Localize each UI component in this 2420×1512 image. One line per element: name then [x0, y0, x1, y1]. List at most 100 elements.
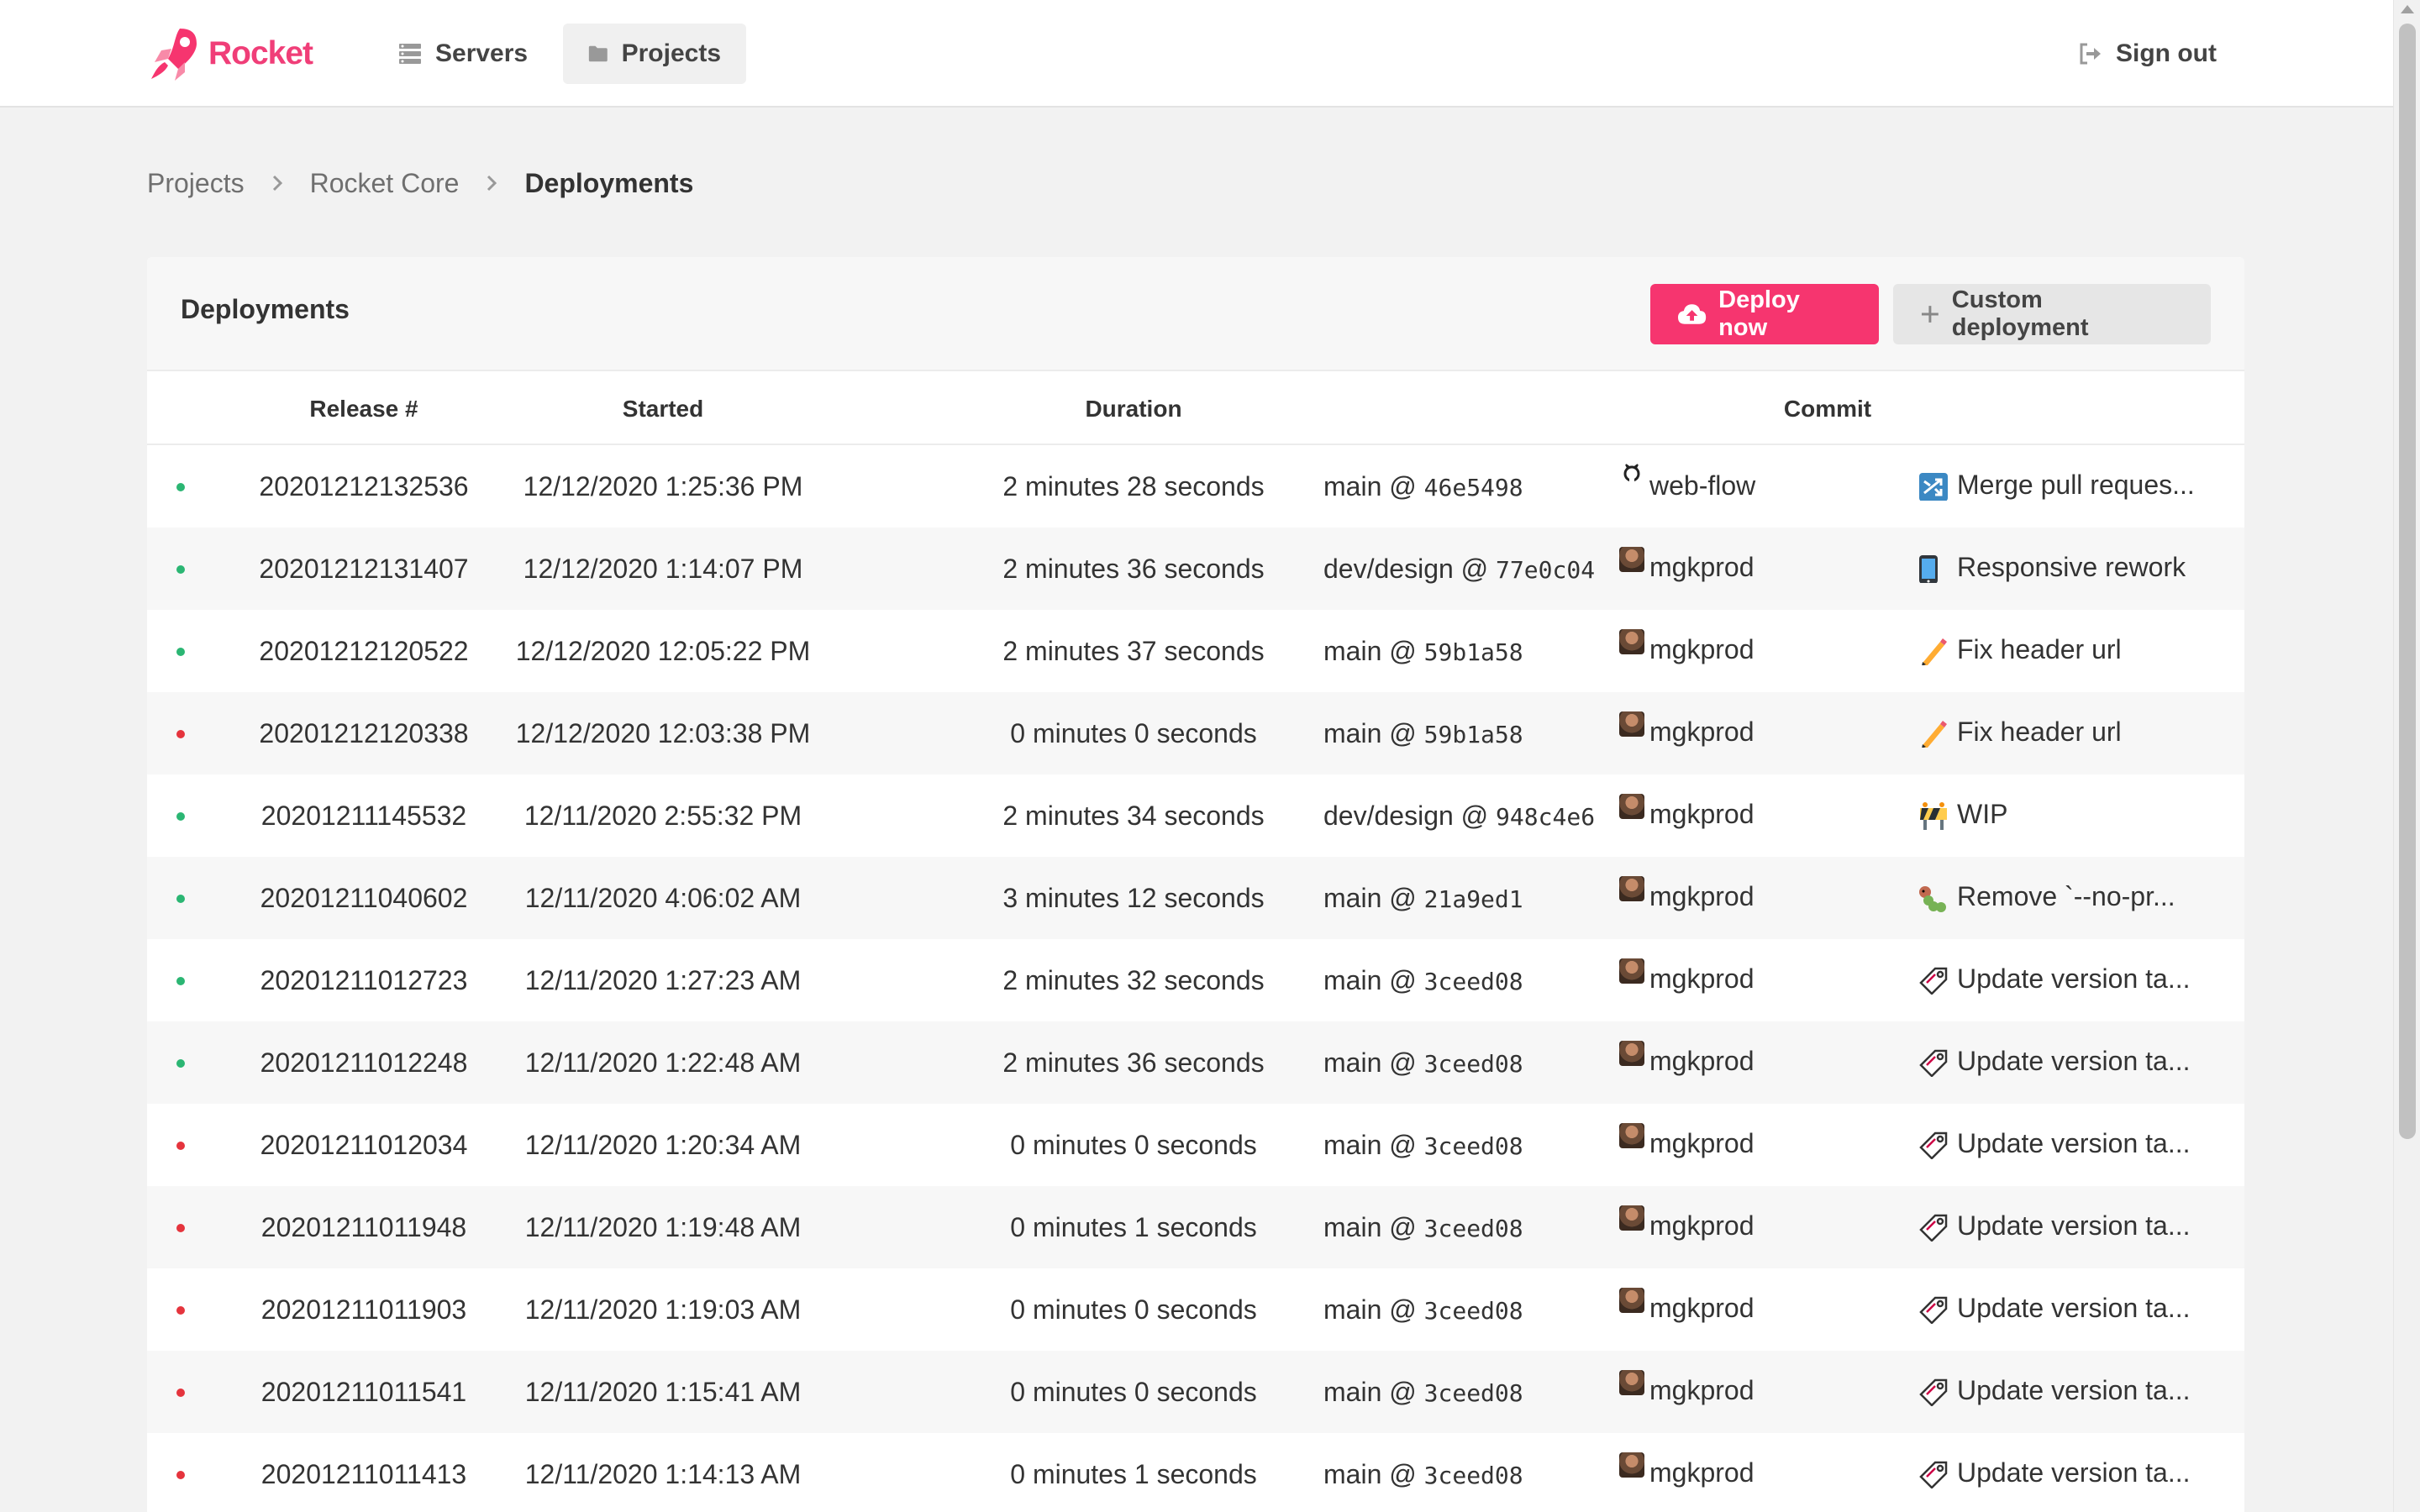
- branch-name: main @: [1323, 1377, 1424, 1407]
- table-row[interactable]: 20201212120522 12/12/2020 12:05:22 PM 2 mi…: [147, 610, 2244, 692]
- table-row[interactable]: 20201211040602 12/11/2020 4:06:02 AM 3 min…: [147, 857, 2244, 939]
- table-row[interactable]: 20201212120338 12/12/2020 12:03:38 PM 0 mi…: [147, 692, 2244, 774]
- commit-sha[interactable]: 3ceed08: [1424, 1132, 1523, 1160]
- commit-message-text: Remove `--no-pr...: [1957, 881, 2175, 911]
- commit-ref: main @ 46e5498: [1323, 471, 1523, 502]
- app-name: Rocket: [208, 35, 313, 71]
- commit-sha[interactable]: 3ceed08: [1424, 968, 1523, 995]
- author-name: mgkprod: [1649, 1375, 1754, 1405]
- release-number[interactable]: 20201211145532: [248, 801, 480, 832]
- avatar: [1619, 546, 1644, 572]
- page-scrollbar[interactable]: [2393, 0, 2420, 1512]
- commit-sha[interactable]: 3ceed08: [1424, 1297, 1523, 1325]
- started-at: 12/11/2020 1:19:03 AM: [524, 1294, 802, 1325]
- branch-name: main @: [1323, 1212, 1424, 1242]
- nav-servers-label: Servers: [435, 39, 529, 67]
- commit-message: Merge pull reques...: [1918, 470, 2195, 501]
- started-at: 12/11/2020 1:22:48 AM: [524, 1047, 802, 1078]
- table-row[interactable]: 20201212131407 12/12/2020 1:14:07 PM 2 min…: [147, 528, 2244, 610]
- table-row[interactable]: 20201212132536 12/12/2020 1:25:36 PM 2 min…: [147, 445, 2244, 528]
- release-number[interactable]: 20201212131407: [248, 554, 480, 585]
- table-row[interactable]: 20201211012248 12/11/2020 1:22:48 AM 2 min…: [147, 1021, 2244, 1104]
- scroll-up-arrow-icon[interactable]: [2401, 5, 2414, 13]
- commit-sha[interactable]: 948c4e6: [1496, 803, 1595, 831]
- commit-sha[interactable]: 21a9ed1: [1424, 885, 1523, 913]
- status-dot-failed: [176, 1224, 185, 1232]
- table-row[interactable]: 20201211011948 12/11/2020 1:19:48 AM 0 min…: [147, 1186, 2244, 1268]
- table-row[interactable]: 20201211145532 12/11/2020 2:55:32 PM 2 min…: [147, 774, 2244, 857]
- sign-out-icon: [2080, 43, 2102, 65]
- duration: 2 minutes 32 seconds: [1002, 965, 1265, 995]
- nav-projects[interactable]: Projects: [563, 24, 746, 84]
- status-dot-success: [176, 977, 185, 985]
- commit-sha[interactable]: 3ceed08: [1424, 1215, 1523, 1242]
- release-number[interactable]: 20201212120522: [248, 636, 480, 667]
- table-row[interactable]: 20201211011541 12/11/2020 1:15:41 AM 0 min…: [147, 1351, 2244, 1433]
- release-number[interactable]: 20201211011948: [248, 1212, 480, 1243]
- deploy-now-label: Deploy now: [1718, 286, 1800, 341]
- commit-sha[interactable]: 59b1a58: [1424, 721, 1523, 748]
- table-row[interactable]: 20201211011903 12/11/2020 1:19:03 AM 0 min…: [147, 1268, 2244, 1351]
- label-icon: [1918, 1295, 1949, 1324]
- release-number[interactable]: 20201211012248: [248, 1047, 480, 1079]
- cloud-upload-icon: [1677, 304, 1707, 324]
- branch-name: main @: [1323, 965, 1424, 995]
- commit-author: mgkprod: [1619, 1205, 1754, 1242]
- release-number[interactable]: 20201211011903: [248, 1294, 480, 1326]
- avatar: [1619, 628, 1644, 654]
- table-row[interactable]: 20201211011413 12/11/2020 1:14:13 AM 0 min…: [147, 1433, 2244, 1512]
- author-name: mgkprod: [1649, 717, 1754, 747]
- table-row[interactable]: 20201211012034 12/11/2020 1:20:34 AM 0 min…: [147, 1104, 2244, 1186]
- avatar: [1619, 1369, 1644, 1395]
- commit-sha[interactable]: 3ceed08: [1424, 1462, 1523, 1489]
- header-duration: Duration: [1085, 396, 1182, 422]
- release-number[interactable]: 20201211011413: [248, 1459, 480, 1490]
- custom-deployment-label: Custom deployment: [1951, 286, 2089, 341]
- release-number[interactable]: 20201212132536: [248, 471, 480, 502]
- release-number[interactable]: 20201211012723: [248, 965, 480, 996]
- commit-sha[interactable]: 46e5498: [1424, 474, 1523, 501]
- header-commit: Commit: [1783, 396, 1872, 422]
- caterpillar-icon: [1918, 884, 1949, 913]
- branch-name: dev/design @: [1323, 801, 1497, 831]
- release-number[interactable]: 20201211012034: [248, 1130, 480, 1161]
- status-dot-failed: [176, 1306, 185, 1315]
- author-name: mgkprod: [1649, 1293, 1754, 1323]
- commit-message-text: Fix header url: [1957, 634, 2122, 664]
- status-dot-success: [176, 483, 185, 491]
- started-at: 12/12/2020 12:05:22 PM: [515, 636, 811, 666]
- branch-name: main @: [1323, 883, 1424, 913]
- release-number[interactable]: 20201211011541: [248, 1377, 480, 1408]
- chevron-right-icon: [271, 174, 283, 192]
- commit-author: web-flow: [1619, 464, 1755, 501]
- commit-message: Update version ta...: [1918, 1128, 2190, 1159]
- release-number[interactable]: 20201211040602: [248, 883, 480, 914]
- scrollbar-thumb[interactable]: [2399, 24, 2416, 1139]
- started-at: 12/11/2020 1:27:23 AM: [524, 965, 802, 995]
- release-number[interactable]: 20201212120338: [248, 718, 480, 749]
- author-name: mgkprod: [1649, 1046, 1754, 1076]
- commit-sha[interactable]: 59b1a58: [1424, 638, 1523, 666]
- pencil-icon: [1918, 637, 1949, 665]
- commit-ref: dev/design @ 948c4e6: [1323, 801, 1595, 832]
- commit-sha[interactable]: 77e0c04: [1496, 556, 1595, 584]
- branch-name: main @: [1323, 1130, 1424, 1160]
- branch-name: dev/design @: [1323, 554, 1497, 584]
- commit-author: mgkprod: [1619, 711, 1754, 748]
- breadcrumb-rocket-core[interactable]: Rocket Core: [310, 168, 460, 199]
- nav-servers[interactable]: Servers: [373, 24, 553, 84]
- sign-out-button[interactable]: Sign out: [2079, 24, 2217, 84]
- status-dot-success: [176, 648, 185, 656]
- commit-ref: main @ 3ceed08: [1323, 1047, 1523, 1079]
- shuffle-icon: [1918, 472, 1949, 501]
- plus-icon: [1921, 306, 1939, 323]
- commit-sha[interactable]: 3ceed08: [1424, 1050, 1523, 1078]
- breadcrumb-projects[interactable]: Projects: [147, 168, 245, 199]
- deploy-now-button[interactable]: Deploy now: [1650, 284, 1879, 344]
- author-name: mgkprod: [1649, 799, 1754, 829]
- custom-deployment-button[interactable]: Custom deployment: [1893, 284, 2211, 344]
- rocket-logo[interactable]: Rocket: [146, 25, 313, 82]
- table-row[interactable]: 20201211012723 12/11/2020 1:27:23 AM 2 min…: [147, 939, 2244, 1021]
- commit-sha[interactable]: 3ceed08: [1424, 1379, 1523, 1407]
- card-title: Deployments: [181, 294, 350, 324]
